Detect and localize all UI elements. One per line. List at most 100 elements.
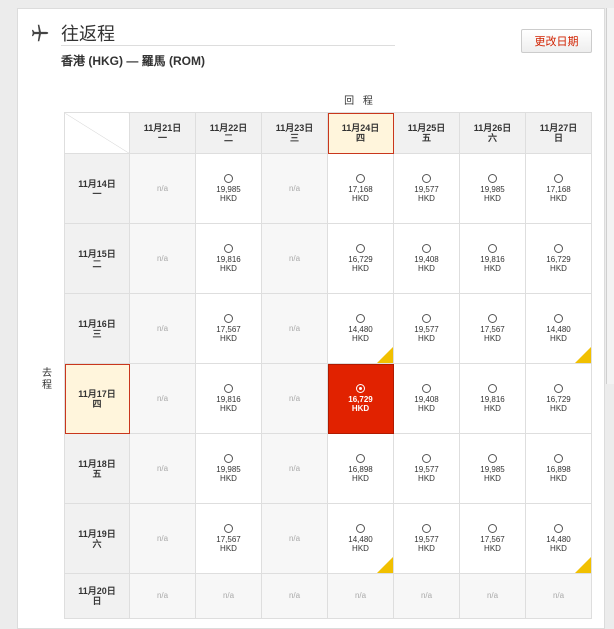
fare-radio[interactable] — [224, 524, 233, 534]
fare-radio[interactable] — [356, 384, 365, 394]
fare-radio[interactable] — [356, 454, 365, 464]
fare-price: 19,408 — [414, 395, 439, 405]
return-date-header[interactable]: 11月21日一 — [129, 112, 196, 154]
fare-cell[interactable]: 17,567 HKD — [195, 293, 262, 364]
fare-cell[interactable]: 19,985 HKD — [195, 153, 262, 224]
fare-cell[interactable]: 14,480 HKD — [525, 503, 592, 574]
return-date-header[interactable]: 11月22日二 — [195, 112, 262, 154]
route-label: 香港 (HKG) — 羅馬 (ROM) — [61, 54, 205, 68]
fare-cell[interactable]: 19,577 HKD — [393, 153, 460, 224]
fare-cell[interactable]: 17,567 HKD — [459, 503, 526, 574]
outbound-date-header[interactable]: 11月17日四 — [64, 363, 130, 434]
outbound-date-header[interactable]: 11月19日六 — [64, 503, 130, 574]
fare-cell[interactable]: 14,480 HKD — [327, 293, 394, 364]
return-date-header[interactable]: 11月24日四 — [327, 112, 394, 154]
fare-radio[interactable] — [488, 174, 497, 184]
fare-cell[interactable]: 19,985 HKD — [195, 433, 262, 504]
fare-radio[interactable] — [422, 244, 431, 254]
fare-cell[interactable]: 16,729 HKD — [525, 363, 592, 434]
outbound-label-text: 去程 — [40, 368, 54, 392]
fare-cell[interactable]: 16,729 HKD — [327, 363, 394, 434]
fare-radio[interactable] — [422, 174, 431, 184]
fare-radio[interactable] — [224, 174, 233, 184]
fare-currency: HKD — [550, 334, 567, 344]
fare-radio[interactable] — [554, 524, 563, 534]
fare-currency: HKD — [550, 404, 567, 414]
fare-price: 19,816 — [216, 255, 241, 265]
fare-cell[interactable]: 19,816 HKD — [195, 363, 262, 434]
outbound-date-header[interactable]: 11月16日三 — [64, 293, 130, 364]
fare-cell[interactable]: 19,816 HKD — [459, 363, 526, 434]
fare-cell[interactable]: 19,816 HKD — [195, 223, 262, 294]
fare-cell[interactable]: 19,985 HKD — [459, 153, 526, 224]
return-date-header[interactable]: 11月27日日 — [525, 112, 592, 154]
grid-row: 11月17日四 n/a 19,816 HKD n/a 16,729 HKD 19,408 HKD… — [64, 363, 592, 434]
fare-radio[interactable] — [554, 384, 563, 394]
fare-radio[interactable] — [488, 244, 497, 254]
fare-radio[interactable] — [224, 384, 233, 394]
return-date-header[interactable]: 11月23日三 — [261, 112, 328, 154]
outbound-date-header[interactable]: 11月14日一 — [64, 153, 130, 224]
fare-radio[interactable] — [554, 454, 563, 464]
fare-cell[interactable]: 17,168 HKD — [327, 153, 394, 224]
fare-radio[interactable] — [488, 454, 497, 464]
fare-radio[interactable] — [554, 314, 563, 324]
fare-cell[interactable]: 19,985 HKD — [459, 433, 526, 504]
fare-cell[interactable]: 19,408 HKD — [393, 363, 460, 434]
fare-cell[interactable]: 19,816 HKD — [459, 223, 526, 294]
fare-cell[interactable]: 19,408 HKD — [393, 223, 460, 294]
fare-cell[interactable]: 16,729 HKD — [525, 223, 592, 294]
fare-radio[interactable] — [356, 244, 365, 254]
fare-radio[interactable] — [224, 244, 233, 254]
special-fare-flag-icon — [575, 557, 591, 573]
outbound-weekday: 五 — [92, 468, 102, 479]
grid-row: 11月14日一 n/a 19,985 HKD n/a 17,168 HKD 19,577 HKD… — [64, 153, 592, 224]
fare-radio[interactable] — [224, 314, 233, 324]
fare-cell[interactable]: 17,567 HKD — [459, 293, 526, 364]
fare-price: 16,898 — [348, 465, 373, 475]
fare-radio[interactable] — [488, 314, 497, 324]
fare-cell[interactable]: 17,168 HKD — [525, 153, 592, 224]
fare-cell[interactable]: 19,577 HKD — [393, 433, 460, 504]
fare-cell[interactable]: 17,567 HKD — [195, 503, 262, 574]
outbound-date-header[interactable]: 11月15日二 — [64, 223, 130, 294]
return-date: 11月21日 — [143, 123, 182, 133]
fare-radio[interactable] — [422, 524, 431, 534]
fare-radio[interactable] — [422, 314, 431, 324]
fare-radio[interactable] — [356, 174, 365, 184]
fare-cell-unavailable: n/a — [129, 363, 196, 434]
fare-cell[interactable]: 19,577 HKD — [393, 503, 460, 574]
grid-corner — [64, 112, 130, 154]
fare-grid: 11月21日一 11月22日二 11月23日三 11月24日四 11月25日五 11月26… — [64, 112, 592, 619]
fare-cell-unavailable: n/a — [129, 293, 196, 364]
fare-radio[interactable] — [554, 244, 563, 254]
return-label: 回 程 — [344, 96, 376, 107]
fare-price: 17,567 — [480, 325, 505, 335]
fare-cell[interactable]: 16,898 HKD — [525, 433, 592, 504]
fare-cell[interactable]: 16,898 HKD — [327, 433, 394, 504]
change-date-button[interactable]: 更改日期 — [521, 29, 592, 53]
fare-cell-unavailable: n/a — [459, 573, 526, 619]
scrollbar[interactable] — [606, 8, 614, 384]
return-weekday: 四 — [355, 133, 365, 143]
fare-currency: HKD — [550, 194, 567, 204]
fare-cell[interactable]: 19,577 HKD — [393, 293, 460, 364]
outbound-date-header[interactable]: 11月18日五 — [64, 433, 130, 504]
fare-radio[interactable] — [224, 454, 233, 464]
fare-radio[interactable] — [422, 384, 431, 394]
fare-radio[interactable] — [488, 384, 497, 394]
return-date-header[interactable]: 11月25日五 — [393, 112, 460, 154]
fare-radio[interactable] — [554, 174, 563, 184]
fare-radio[interactable] — [422, 454, 431, 464]
fare-radio[interactable] — [488, 524, 497, 534]
fare-cell[interactable]: 14,480 HKD — [525, 293, 592, 364]
fare-radio[interactable] — [356, 314, 365, 324]
fare-radio[interactable] — [356, 524, 365, 534]
fare-currency: HKD — [418, 474, 435, 484]
outbound-date-header[interactable]: 11月20日日 — [64, 573, 130, 619]
fare-price: 17,567 — [480, 535, 505, 545]
return-weekday: 三 — [289, 133, 299, 143]
return-date-header[interactable]: 11月26日六 — [459, 112, 526, 154]
fare-cell[interactable]: 14,480 HKD — [327, 503, 394, 574]
fare-cell[interactable]: 16,729 HKD — [327, 223, 394, 294]
